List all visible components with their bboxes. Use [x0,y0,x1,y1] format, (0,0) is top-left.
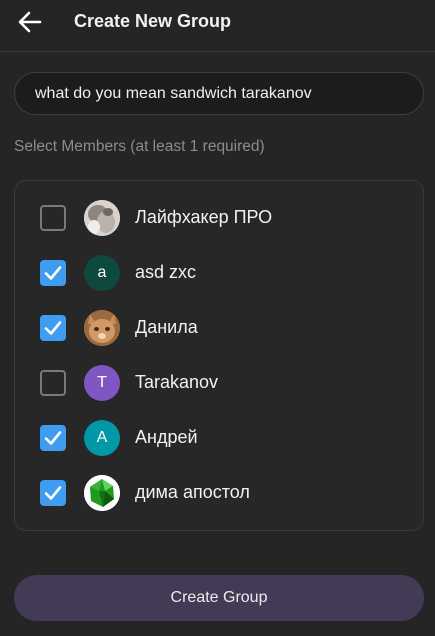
avatar-initial: a [97,264,107,281]
member-item-lifehacker[interactable]: Лайфхакер ПРО [15,191,423,246]
members-list: Лайфхакер ПРО a asd zxc Данила T Tarakan… [14,180,424,531]
avatar-initial: T [97,374,107,391]
checkmark-icon [44,486,62,500]
avatar-initial: A [96,429,108,446]
page-title: Create New Group [74,11,232,31]
checkmark-icon [44,321,62,335]
member-item-asd-zxc[interactable]: a asd zxc [15,246,423,301]
avatar: a [84,255,120,291]
member-item-andrey[interactable]: A Андрей [15,411,423,466]
avatar [84,310,120,346]
member-name: Данила [135,317,198,337]
avatar: A [84,420,120,456]
checkbox-checked[interactable] [40,480,66,506]
member-name: Лайфхакер ПРО [135,207,273,227]
member-name: дима апостол [135,482,250,502]
checkbox-unchecked[interactable] [40,205,66,231]
avatar [84,475,120,511]
members-section-label: Select Members (at least 1 required) [14,138,265,155]
member-item-dima-apostol[interactable]: дима апостол [15,466,423,521]
avatar [84,200,120,236]
member-name: asd zxc [135,262,197,282]
checkbox-unchecked[interactable] [40,370,66,396]
member-name: Tarakanov [135,372,219,392]
header: Create New Group [0,0,435,52]
checkbox-checked[interactable] [40,260,66,286]
checkbox-checked[interactable] [40,315,66,341]
avatar-photo-icon [84,200,120,236]
checkmark-icon [44,431,62,445]
arrow-left-icon [18,11,42,33]
avatar: T [84,365,120,401]
member-item-danila[interactable]: Данила [15,301,423,356]
checkbox-checked[interactable] [40,425,66,451]
member-name: Андрей [135,427,198,447]
emerald-photo-icon [84,475,120,511]
back-button[interactable] [16,8,44,36]
member-item-tarakanov[interactable]: T Tarakanov [15,356,423,411]
cat-photo-icon [84,310,120,346]
checkmark-icon [44,266,62,280]
create-group-button[interactable]: Create Group [14,575,424,621]
group-name-input[interactable] [14,72,424,115]
